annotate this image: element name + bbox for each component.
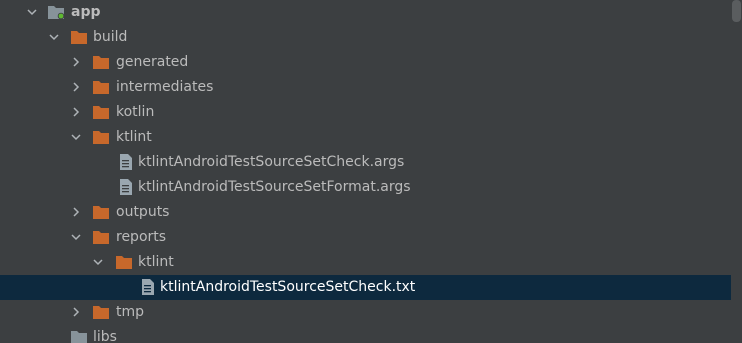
folder-icon bbox=[92, 129, 110, 145]
tree-row-generated[interactable]: generated bbox=[0, 50, 731, 75]
vertical-scrollbar[interactable] bbox=[731, 0, 742, 343]
tree-item-label: libs bbox=[93, 329, 117, 343]
chevron-right-icon[interactable] bbox=[70, 306, 82, 318]
tree-item-label: outputs bbox=[116, 204, 170, 220]
folder-icon bbox=[92, 104, 110, 120]
tree-row-app[interactable]: app bbox=[0, 0, 731, 25]
tree-item-label: ktlint bbox=[116, 129, 152, 145]
project-tree-panel: app build generated intermediates kotlin… bbox=[0, 0, 742, 343]
text-file-icon bbox=[117, 154, 135, 170]
tree-row-kotlin[interactable]: kotlin bbox=[0, 100, 731, 125]
chevron-right-icon[interactable] bbox=[70, 206, 82, 218]
tree-row-ktlint-reports[interactable]: ktlint bbox=[0, 250, 731, 275]
chevron-down-icon[interactable] bbox=[92, 256, 104, 268]
tree-row-file-selected[interactable]: ktlintAndroidTestSourceSetCheck.txt bbox=[0, 275, 731, 300]
tree-row-intermediates[interactable]: intermediates bbox=[0, 75, 731, 100]
tree-row-outputs[interactable]: outputs bbox=[0, 200, 731, 225]
tree-item-label: reports bbox=[116, 229, 167, 245]
chevron-down-icon[interactable] bbox=[70, 231, 82, 243]
chevron-down-icon[interactable] bbox=[48, 31, 60, 43]
tree-row-tmp[interactable]: tmp bbox=[0, 300, 731, 325]
tree-item-label: kotlin bbox=[116, 104, 155, 120]
chevron-down-icon[interactable] bbox=[26, 6, 38, 18]
tree-row-ktlint[interactable]: ktlint bbox=[0, 125, 731, 150]
folder-icon bbox=[115, 254, 133, 270]
tree-item-label: intermediates bbox=[116, 79, 214, 95]
tree-item-label: tmp bbox=[116, 304, 145, 320]
chevron-right-icon[interactable] bbox=[70, 106, 82, 118]
tree-row-build[interactable]: build bbox=[0, 25, 731, 50]
folder-icon bbox=[70, 29, 88, 45]
text-file-icon bbox=[117, 179, 135, 195]
chevron-right-icon[interactable] bbox=[70, 81, 82, 93]
folder-icon bbox=[92, 229, 110, 245]
scrollbar-thumb[interactable] bbox=[732, 0, 741, 22]
tree-row-libs[interactable]: libs bbox=[0, 325, 731, 343]
tree-item-label: generated bbox=[116, 54, 189, 70]
tree-item-label: ktlintAndroidTestSourceSetCheck.args bbox=[138, 154, 405, 170]
text-file-icon bbox=[139, 279, 157, 295]
tree-item-label: app bbox=[71, 4, 101, 20]
tree-item-label: build bbox=[93, 29, 128, 45]
tree-item-label: ktlintAndroidTestSourceSetCheck.txt bbox=[160, 279, 416, 295]
tree-row-reports[interactable]: reports bbox=[0, 225, 731, 250]
folder-icon bbox=[92, 79, 110, 95]
module-folder-icon bbox=[47, 4, 65, 20]
tree-item-label: ktlintAndroidTestSourceSetFormat.args bbox=[138, 179, 411, 195]
folder-icon bbox=[92, 304, 110, 320]
tree-row-file[interactable]: ktlintAndroidTestSourceSetCheck.args bbox=[0, 150, 731, 175]
chevron-right-icon[interactable] bbox=[70, 56, 82, 68]
plain-folder-icon bbox=[70, 329, 88, 343]
tree-item-label: ktlint bbox=[138, 254, 174, 270]
chevron-down-icon[interactable] bbox=[70, 131, 82, 143]
folder-icon bbox=[92, 204, 110, 220]
folder-icon bbox=[92, 54, 110, 70]
tree-row-file[interactable]: ktlintAndroidTestSourceSetFormat.args bbox=[0, 175, 731, 200]
